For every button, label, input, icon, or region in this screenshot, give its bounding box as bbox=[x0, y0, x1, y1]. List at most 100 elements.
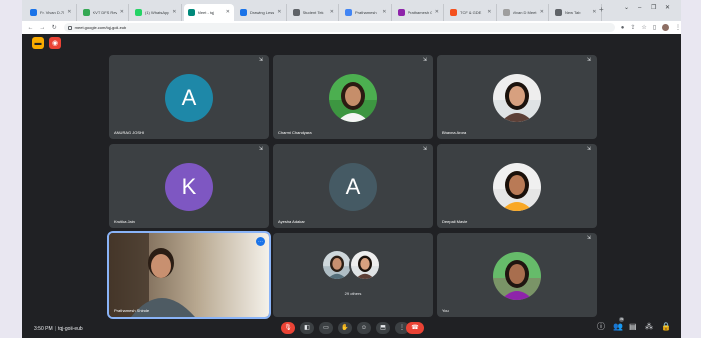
participant-photo-avatar bbox=[493, 163, 541, 211]
participant-tile[interactable]: 29 others bbox=[273, 233, 433, 317]
tab-close-icon[interactable]: ✕ bbox=[592, 10, 596, 15]
participant-tile[interactable]: ⇲ You bbox=[437, 233, 597, 317]
tab-favicon-icon bbox=[240, 9, 247, 16]
back-icon[interactable]: ← bbox=[27, 25, 34, 31]
profile-avatar[interactable] bbox=[662, 24, 670, 31]
end-call-button[interactable]: ☎ bbox=[406, 322, 424, 334]
browser-tab[interactable]: (1) WhatsApp ✕ bbox=[131, 4, 182, 21]
participant-name: Krutika Jain bbox=[114, 219, 135, 224]
folder-icon[interactable]: ▬ bbox=[32, 37, 44, 49]
browser-window: Fr. Vivan D.756✕KVT DFS Rev✕(1) WhatsApp… bbox=[22, 0, 681, 338]
participant-name: Prathamesh Shinde bbox=[114, 308, 150, 313]
tab-label: Prathamesh Ge bbox=[407, 10, 432, 15]
participant-avatar: A bbox=[329, 163, 377, 211]
tab-close-icon[interactable]: ✕ bbox=[382, 10, 386, 15]
present-button[interactable]: ⬒ bbox=[376, 322, 390, 334]
kebab-menu-icon[interactable]: ⋮ bbox=[675, 25, 681, 31]
emoji-button[interactable]: ☺ bbox=[357, 322, 371, 334]
bookmark-star-icon[interactable]: ☆ bbox=[641, 25, 646, 31]
captions-button[interactable]: ▭ bbox=[319, 322, 333, 334]
tab-close-icon[interactable]: ✕ bbox=[487, 10, 491, 15]
info-icon[interactable]: ⓘ bbox=[597, 323, 605, 331]
browser-toolbar: ← → ↻ meet.google.com/tqj-goii-eub ● ⇪ ☆… bbox=[22, 21, 681, 34]
meeting-info: 3:50 PM | tqj-goii-eub bbox=[34, 326, 83, 332]
tab-label: (1) WhatsApp bbox=[145, 10, 170, 15]
activities-icon[interactable]: ⁂ bbox=[645, 323, 653, 331]
others-count-label: 29 others bbox=[344, 291, 362, 296]
participant-tile[interactable]: K ⇲ Krutika Jain bbox=[109, 144, 269, 228]
new-tab-button[interactable]: + bbox=[599, 6, 604, 14]
sidebar-icon[interactable]: ▯ bbox=[653, 25, 656, 31]
lock-icon bbox=[67, 25, 72, 30]
participant-tile[interactable]: ⋯ Prathamesh Shinde bbox=[107, 231, 271, 319]
host-controls-icon[interactable]: 🔒 bbox=[661, 323, 671, 331]
tab-strip: Fr. Vivan D.756✕KVT DFS Rev✕(1) WhatsApp… bbox=[22, 0, 681, 21]
address-bar[interactable]: meet.google.com/tqj-goii-eub bbox=[63, 23, 615, 32]
pin-icon[interactable]: ⇲ bbox=[423, 147, 427, 152]
browser-tab[interactable]: New Tab ✕ bbox=[551, 4, 602, 21]
tab-close-icon[interactable]: ✕ bbox=[67, 10, 71, 15]
pin-icon[interactable]: ⇲ bbox=[587, 236, 591, 241]
tab-label: New Tab bbox=[565, 10, 581, 15]
participant-tile[interactable]: ⇲ Charmi Chandyara bbox=[273, 55, 433, 139]
browser-tab[interactable]: Vivan D Meet ✕ bbox=[499, 4, 549, 21]
tab-close-icon[interactable]: ✕ bbox=[330, 10, 334, 15]
pin-icon[interactable]: ⇲ bbox=[587, 147, 591, 152]
meeting-code: tqj-goii-eub bbox=[57, 326, 83, 332]
tab-close-icon[interactable]: ✕ bbox=[435, 10, 439, 15]
tab-favicon-icon bbox=[135, 9, 142, 16]
participant-tile[interactable]: A ⇲ Ayesha Adakar bbox=[273, 144, 433, 228]
pin-icon[interactable]: ⇲ bbox=[259, 58, 263, 63]
tab-favicon-icon bbox=[187, 9, 195, 16]
browser-tab[interactable]: KVT DFS Rev ✕ bbox=[79, 4, 129, 21]
tab-label: Student Tek bbox=[302, 10, 324, 15]
tab-close-icon[interactable]: ✕ bbox=[277, 10, 281, 15]
pin-icon[interactable]: ⇲ bbox=[259, 147, 263, 152]
browser-tab[interactable]: Drawing Lesson✕ bbox=[236, 4, 287, 21]
close-window-button[interactable]: ✕ bbox=[665, 5, 670, 11]
minimize-button[interactable]: – bbox=[638, 5, 641, 11]
separator: | bbox=[54, 326, 56, 332]
browser-tab[interactable]: Student Tek ✕ bbox=[289, 4, 339, 21]
participant-tile[interactable]: A ⇲ ANURAG JOSHI bbox=[109, 55, 269, 139]
participant-name: Deepali Mavle bbox=[442, 219, 468, 224]
tab-favicon-icon bbox=[30, 9, 37, 16]
chevron-down-icon[interactable]: ⌄ bbox=[624, 5, 629, 11]
participant-avatar: A bbox=[165, 74, 213, 122]
browser-tab[interactable]: Fr. Vivan D.756✕ bbox=[26, 4, 77, 21]
tab-favicon-icon bbox=[397, 9, 405, 16]
people-icon[interactable]: 👥 bbox=[613, 323, 623, 331]
tab-label: Drawing Lesson bbox=[250, 10, 275, 15]
forward-icon[interactable]: → bbox=[39, 25, 46, 31]
mic-off-button[interactable]: 🎙 bbox=[281, 322, 295, 334]
tab-label: KVT DFS Rev bbox=[92, 10, 117, 15]
tab-label: Prathamesh bbox=[355, 10, 377, 15]
tab-favicon-icon bbox=[82, 9, 90, 16]
tab-close-icon[interactable]: ✕ bbox=[226, 10, 230, 15]
participant-tile[interactable]: ⇲ Deepali Mavle bbox=[437, 144, 597, 228]
tab-close-icon[interactable]: ✕ bbox=[172, 10, 176, 15]
participant-tile[interactable]: ⇲ Bhavna Arora bbox=[437, 55, 597, 139]
share-icon[interactable]: ⇪ bbox=[630, 25, 635, 31]
raise-hand-button[interactable]: ✋ bbox=[338, 322, 352, 334]
chat-icon[interactable]: ▤ bbox=[629, 323, 637, 331]
tab-label: TCF & GDE bbox=[460, 10, 482, 15]
tab-close-icon[interactable]: ✕ bbox=[120, 10, 124, 15]
reload-icon[interactable]: ↻ bbox=[51, 25, 58, 31]
participant-photo-avatar bbox=[493, 252, 541, 300]
browser-tab[interactable]: TCF & GDE ✕ bbox=[446, 4, 497, 21]
tab-close-icon[interactable]: ✕ bbox=[540, 10, 544, 15]
maximize-button[interactable]: ❐ bbox=[651, 5, 656, 11]
participant-photo-avatar bbox=[329, 74, 377, 122]
pin-icon[interactable]: ⇲ bbox=[587, 58, 591, 63]
camera-indicator-icon[interactable]: ● bbox=[621, 25, 625, 31]
browser-tab[interactable]: Meet - tqj ✕ bbox=[183, 4, 234, 21]
tab-favicon-icon bbox=[450, 9, 457, 16]
browser-tab[interactable]: Prathamesh Ge✕ bbox=[394, 4, 444, 21]
pin-icon[interactable]: ⇲ bbox=[423, 58, 427, 63]
participant-avatar: K bbox=[165, 163, 213, 211]
recording-icon[interactable]: ◉ bbox=[49, 37, 61, 49]
browser-tab[interactable]: Prathamesh ✕ bbox=[341, 4, 392, 21]
tab-favicon-icon bbox=[555, 9, 562, 16]
camera-off-button[interactable]: ◧ bbox=[300, 322, 314, 334]
